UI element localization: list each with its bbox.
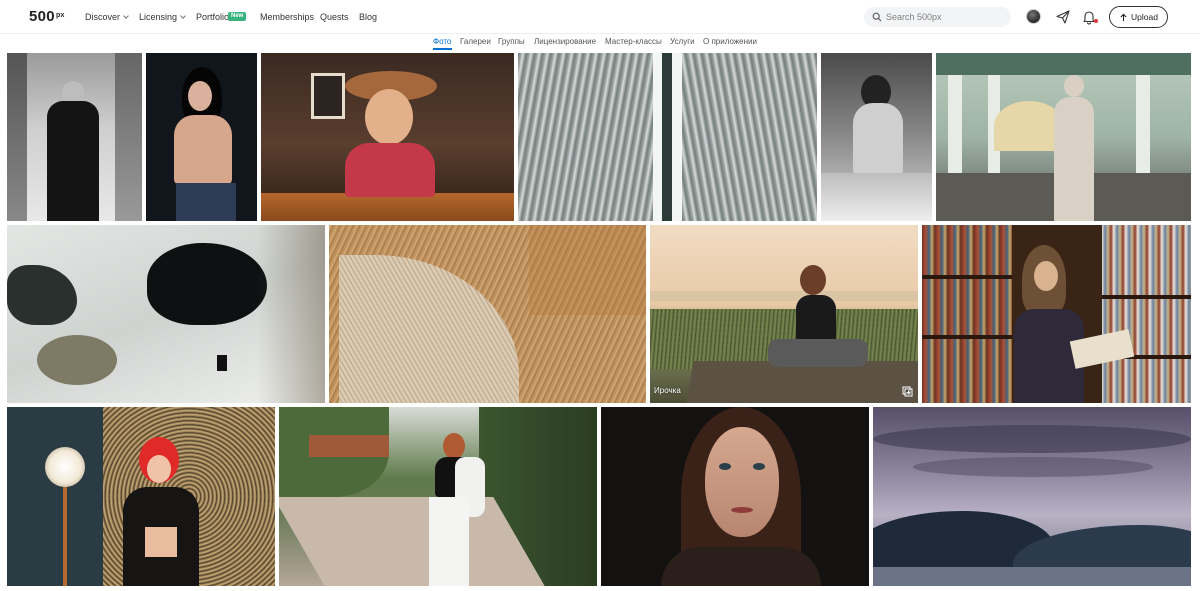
add-to-gallery-icon[interactable] bbox=[902, 386, 913, 397]
search-bar[interactable] bbox=[864, 7, 1011, 27]
send-icon[interactable] bbox=[1055, 9, 1071, 25]
photo-tile[interactable] bbox=[601, 407, 869, 586]
tab-licensing[interactable]: Лицензирование bbox=[534, 37, 596, 47]
photo-tile[interactable] bbox=[7, 407, 275, 586]
photo-tile[interactable] bbox=[279, 407, 597, 586]
upload-icon bbox=[1120, 13, 1127, 21]
500px-logo[interactable]: 500px bbox=[29, 9, 65, 25]
photo-tile[interactable] bbox=[329, 225, 646, 403]
nav-quests[interactable]: Quests bbox=[320, 11, 349, 23]
nav-blog[interactable]: Blog bbox=[359, 11, 377, 23]
upload-label: Upload bbox=[1131, 12, 1158, 22]
photo-caption[interactable]: Ирочка bbox=[654, 386, 681, 395]
nav-discover[interactable]: Discover bbox=[85, 11, 129, 23]
active-tab-indicator bbox=[433, 48, 452, 50]
nav-licensing[interactable]: Licensing bbox=[139, 11, 186, 23]
tab-photos[interactable]: Фото bbox=[433, 37, 451, 47]
photo-tile[interactable] bbox=[936, 53, 1191, 221]
user-avatar[interactable] bbox=[1026, 9, 1041, 24]
photo-tile[interactable] bbox=[7, 53, 142, 221]
photo-tile[interactable] bbox=[873, 407, 1191, 586]
chevron-down-icon bbox=[123, 13, 129, 19]
tab-services[interactable]: Услуги bbox=[670, 37, 695, 47]
profile-tabs: Фото Галереи Группы Лицензирование Масте… bbox=[0, 34, 1200, 50]
notification-dot bbox=[1094, 19, 1098, 23]
tab-masterclasses[interactable]: Мастер-классы bbox=[605, 37, 662, 47]
photo-tile[interactable] bbox=[261, 53, 514, 221]
upload-button[interactable]: Upload bbox=[1109, 6, 1168, 28]
photo-tile[interactable] bbox=[518, 53, 817, 221]
new-badge: New bbox=[228, 12, 247, 21]
tab-groups[interactable]: Группы bbox=[498, 37, 525, 47]
nav-portfolio[interactable]: Portfolio bbox=[196, 11, 229, 23]
photo-tile[interactable] bbox=[146, 53, 257, 221]
photo-tile[interactable]: Ирочка bbox=[650, 225, 918, 403]
photo-tile[interactable] bbox=[821, 53, 932, 221]
photo-tile[interactable] bbox=[7, 225, 325, 403]
top-navigation-bar: 500px Discover Licensing Portfolio New M… bbox=[0, 0, 1200, 34]
nav-memberships[interactable]: Memberships bbox=[260, 11, 314, 23]
tab-about-app[interactable]: О приложении bbox=[703, 37, 757, 47]
search-input[interactable] bbox=[886, 10, 1004, 24]
photo-tile[interactable] bbox=[922, 225, 1191, 403]
chevron-down-icon bbox=[180, 13, 186, 19]
tab-galleries[interactable]: Галереи bbox=[460, 37, 491, 47]
search-icon bbox=[872, 12, 882, 22]
